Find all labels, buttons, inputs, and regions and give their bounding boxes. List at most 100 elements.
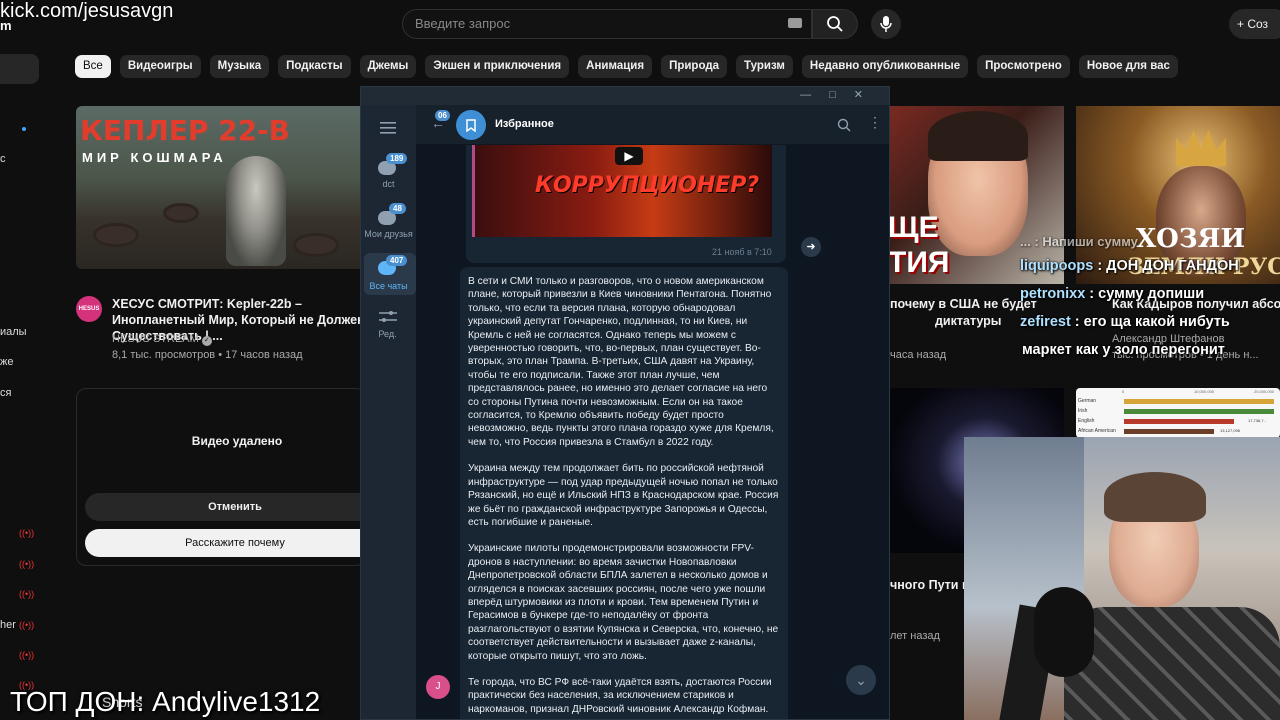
chat-title[interactable]: Избранное [495, 118, 554, 130]
folder-edit[interactable]: Ред. [361, 307, 416, 347]
chip-9[interactable]: Недавно опубликованные [801, 55, 969, 78]
back-count-badge: 06 [435, 110, 450, 121]
chart-label: Irish [1078, 408, 1088, 414]
message-paragraph: Те города, что ВС РФ всё-таки удаётся вз… [468, 676, 772, 715]
search-icon[interactable] [837, 118, 851, 132]
category-chips: Все Видеоигры Музыка Подкасты Джемы Экшен и п… [75, 55, 1178, 78]
channel-name[interactable]: HESUS STREAM ✓ [112, 331, 212, 347]
chip-3[interactable]: Подкасты [278, 55, 351, 78]
close-icon[interactable]: ✕ [854, 89, 881, 101]
chip-6[interactable]: Анимация [578, 55, 653, 78]
unread-badge: 407 [386, 255, 408, 266]
play-icon[interactable]: ▶ [615, 147, 643, 165]
voice-search-button[interactable] [871, 9, 901, 39]
sidebar-item-shorts[interactable]: Shorts [102, 694, 142, 710]
sidebar-item-fragment[interactable]: с [0, 153, 6, 165]
scroll-down-button[interactable]: ⌄ [846, 665, 876, 695]
astronaut-figure [226, 156, 286, 266]
unread-badge: 189 [386, 153, 408, 164]
keyboard-icon[interactable] [788, 18, 802, 28]
video-message[interactable]: КОРРУПЦИОНЕР? ▶ 21 нояб в 7:10 [466, 145, 786, 263]
microphone [1034, 587, 1094, 677]
sidebar-item-fragment[interactable]: жe [0, 356, 13, 368]
chat-message: petronixx : сумму допиши [1020, 280, 1280, 308]
sidebar-item-fragment[interactable]: иалы [0, 326, 27, 338]
crown [1176, 130, 1226, 166]
chat-text: : ДОН ДОН ГАНДОН [1093, 258, 1239, 274]
channel-avatar[interactable]: HESUS [76, 296, 102, 322]
folder-label: dct [382, 179, 395, 189]
more-options-icon[interactable]: ⋮ [868, 115, 882, 129]
video-thumbnail[interactable]: КЕПЛЕР 22-В МИР КОШМАРА [76, 106, 366, 269]
removed-title: Видео удалено [191, 434, 283, 448]
chart-value: 13,127,095 [1220, 428, 1241, 433]
chart-value: 17,736,7.. [1248, 418, 1266, 423]
chip-10[interactable]: Просмотрено [977, 55, 1070, 78]
sidebar-item-fragment[interactable]: ся [0, 387, 11, 399]
folder-label: Все чаты [369, 281, 408, 291]
video-title[interactable]: почему в США не будет [890, 296, 1040, 312]
video-overlay-text: КОРРУПЦИОНЕР? [535, 173, 760, 198]
folder-label: Мои друзья [364, 229, 413, 239]
folder-dct[interactable]: 189 dct [361, 153, 416, 205]
tell-us-why-button[interactable]: Расскажите почему [85, 529, 385, 557]
saved-messages-avatar[interactable] [456, 110, 486, 140]
search-button[interactable] [812, 9, 858, 39]
chart-bar [1124, 419, 1234, 424]
stream-chat-overlay: ... : Напиши сумму liquipoops : ДОН ДОН … [1020, 232, 1280, 364]
text-message[interactable]: В сети и СМИ только и разговоров, что о … [460, 267, 788, 719]
thumbnail-text: ТИЯ [888, 246, 950, 279]
chip-1[interactable]: Видеоигры [119, 55, 201, 78]
chart-tick: 10,000,000 [1194, 389, 1215, 394]
undo-button[interactable]: Отменить [85, 493, 385, 521]
chat-message: ... : Напиши сумму [1020, 234, 1138, 249]
sender-avatar[interactable]: J [426, 675, 450, 699]
chart-tick: 0 [1122, 389, 1125, 394]
webcam-feed [964, 437, 1280, 720]
notification-dot [22, 127, 26, 131]
bookmark-icon [466, 118, 476, 132]
minimize-icon[interactable]: — [800, 89, 829, 101]
live-icon: ((•)) [19, 559, 35, 569]
create-button[interactable]: + Соз [1229, 9, 1280, 39]
folder-my-friends[interactable]: 48 Мои друзья [361, 203, 416, 255]
chat-user: liquipoops [1020, 258, 1094, 274]
menu-icon[interactable] [380, 121, 396, 139]
chip-0[interactable]: Все [75, 55, 111, 78]
microphone-icon [880, 16, 892, 32]
sidebar-item-home[interactable] [0, 54, 39, 84]
chip-2[interactable]: Музыка [209, 55, 270, 78]
chart-tick: 20,000,000 [1254, 389, 1275, 394]
window-titlebar[interactable]: —□✕ [361, 87, 889, 105]
video-meta: лет назад [890, 630, 940, 642]
video-thumbnail[interactable]: German Irish English African American 0 … [1076, 388, 1280, 438]
chart-bar [1124, 409, 1274, 414]
message-time: 21 нояб в 7:10 [712, 247, 772, 257]
window-controls[interactable]: —□✕ [800, 88, 881, 101]
creature [166, 206, 196, 220]
chip-11[interactable]: Новое для вас [1078, 55, 1178, 78]
logo-fragment: m [0, 18, 12, 33]
video-title[interactable]: чного Пути и [890, 577, 970, 593]
folder-all-chats[interactable]: 407 Все чаты [364, 253, 416, 295]
maximize-icon[interactable]: □ [829, 89, 854, 101]
person-hair [928, 111, 1028, 161]
chat-user: zefirest [1020, 314, 1071, 330]
chip-4[interactable]: Джемы [359, 55, 417, 78]
chart-label: English [1078, 418, 1095, 424]
chip-8[interactable]: Туризм [736, 55, 793, 78]
message-list[interactable]: КОРРУПЦИОНЕР? ▶ 21 нояб в 7:10 ➜ В сети … [416, 145, 889, 719]
creature [96, 226, 136, 244]
video-meta: часа назад [890, 349, 947, 361]
video-preview[interactable]: КОРРУПЦИОНЕР? ▶ [472, 145, 772, 237]
chip-5[interactable]: Экшен и приключения [425, 55, 570, 78]
chat-text: : его ща какой нибуть [1070, 314, 1230, 330]
chip-7[interactable]: Природа [661, 55, 728, 78]
sidebar-item-fragment[interactable]: her [0, 619, 16, 631]
message-paragraph: В сети и СМИ только и разговоров, что о … [468, 276, 774, 448]
video-removed-card: Видео удалено Отменить Расскажите почему [76, 388, 385, 566]
search-input[interactable]: Введите запрос [402, 9, 812, 39]
folder-label: Ред. [378, 329, 397, 339]
sliders-icon [379, 311, 397, 322]
forward-icon[interactable]: ➜ [801, 237, 821, 257]
